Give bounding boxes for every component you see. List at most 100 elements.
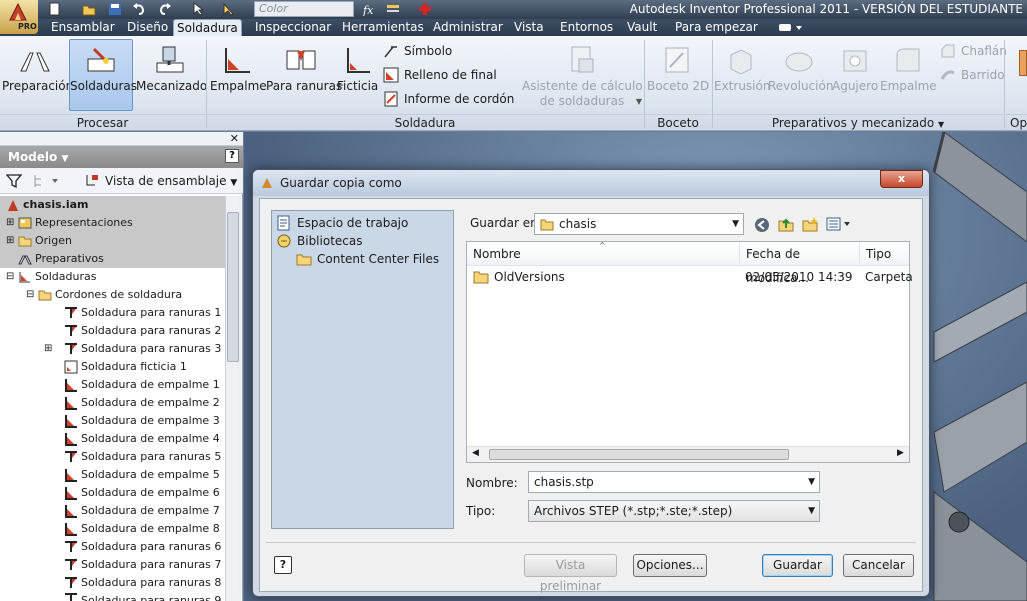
place-libraries[interactable]: Bibliotecas: [276, 233, 362, 249]
redo-icon[interactable]: [158, 2, 172, 16]
preparacion-button[interactable]: Preparación: [2, 40, 73, 110]
tree-item-weld[interactable]: Soldadura de empalme 4: [64, 430, 220, 448]
hscroll-thumb[interactable]: [489, 449, 789, 460]
line-style-icon[interactable]: [386, 2, 400, 16]
asistente-calculo-button[interactable]: Asistente de cálculo de soldaduras ▼: [522, 40, 643, 114]
tab-administrar[interactable]: Administrar: [430, 19, 506, 36]
tree-item-soldaduras[interactable]: ⊟ Soldaduras: [0, 268, 225, 286]
dialog-close-button[interactable]: x: [880, 170, 923, 188]
soldaduras-button[interactable]: Soldaduras: [69, 39, 137, 111]
browser-header[interactable]: Modelo ▼ ?: [0, 146, 243, 168]
revolucion-button[interactable]: Revolución: [768, 40, 833, 110]
boceto-2d-button[interactable]: Boceto 2D: [647, 40, 709, 110]
color-selector[interactable]: Color: [254, 1, 354, 17]
tree-item-weld[interactable]: Soldadura de empalme 8: [64, 520, 220, 538]
scroll-left-icon[interactable]: ◀: [472, 448, 479, 458]
column-name-header[interactable]: Nombre ^: [467, 241, 740, 266]
tab-ensamblar[interactable]: Ensamblar: [48, 19, 118, 36]
new-folder-icon[interactable]: [802, 216, 818, 232]
tab-inspeccionar[interactable]: Inspeccionar: [252, 19, 334, 36]
barrido-button[interactable]: Barrido: [940, 67, 1005, 83]
fx-parameters-icon[interactable]: fx: [362, 2, 376, 16]
assembly-view-label[interactable]: Vista de ensamblaje ▼: [84, 174, 237, 188]
scroll-right-icon[interactable]: ▶: [897, 448, 904, 458]
up-folder-icon[interactable]: [778, 216, 794, 232]
tab-herramientas[interactable]: Herramientas: [339, 19, 427, 36]
filetype-select[interactable]: Archivos STEP (*.stp;*.ste;*.step) ▼: [528, 500, 820, 522]
tree-item-weld[interactable]: Soldadura para ranuras 8: [64, 574, 221, 592]
tree-item-weld[interactable]: Soldadura para ranuras 5: [64, 448, 221, 466]
empalme-weld-button[interactable]: Empalme: [210, 40, 267, 110]
cancel-button[interactable]: Cancelar: [843, 554, 914, 577]
tree-item-representaciones[interactable]: ⊞ Representaciones: [0, 214, 225, 232]
tree-item-weld[interactable]: Soldadura de empalme 5: [64, 466, 220, 484]
place-content-center[interactable]: Content Center Files: [296, 251, 439, 267]
select-arrow-icon[interactable]: [192, 2, 206, 16]
tree-item-weld[interactable]: Soldadura de empalme 2: [64, 394, 220, 412]
dialog-titlebar[interactable]: Guardar copia como: [253, 170, 929, 196]
tree-item-weld[interactable]: Soldadura de empalme 1: [64, 376, 220, 394]
tab-diseno[interactable]: Diseño: [124, 19, 171, 36]
options-button[interactable]: Opciones...: [633, 554, 707, 577]
column-type-header[interactable]: Tipo: [860, 242, 909, 266]
group-dropdown-icon[interactable]: ▼: [938, 120, 944, 129]
extrusion-button[interactable]: Extrusión: [714, 40, 770, 110]
tree-item-weld[interactable]: Soldadura para ranuras 1: [64, 304, 221, 322]
tree-item-weld[interactable]: Soldadura para ranuras 9: [64, 592, 221, 601]
tab-para-empezar[interactable]: Para empezar: [672, 19, 761, 36]
hierarchy-icon[interactable]: [32, 173, 60, 189]
agujero-button[interactable]: Agujero: [832, 40, 878, 110]
ribbon-display-toggle-icon[interactable]: [778, 22, 804, 33]
cutoff-ribbon-icon[interactable]: [1019, 50, 1027, 76]
dialog-help-icon[interactable]: ?: [274, 556, 292, 574]
file-list[interactable]: Nombre ^ Fecha de modifica... Tipo OldVer…: [466, 241, 913, 463]
save-button[interactable]: Guardar: [762, 554, 833, 577]
tree-item-weld[interactable]: Soldadura de empalme 3: [64, 412, 220, 430]
simbolo-button[interactable]: Símbolo: [383, 43, 452, 59]
ficticia-button[interactable]: Ficticia: [337, 40, 378, 110]
relleno-final-button[interactable]: Relleno de final: [383, 67, 497, 83]
tree-item-preparativos[interactable]: Preparativos: [0, 250, 225, 268]
browser-title-dropdown-icon[interactable]: ▼: [61, 154, 68, 164]
mecanizado-button[interactable]: Mecanizado: [136, 40, 207, 110]
selection-filter-icon[interactable]: [222, 2, 236, 16]
file-list-hscrollbar[interactable]: ◀ ▶: [467, 446, 909, 462]
tree-item-weld[interactable]: Soldadura para ranuras 7: [64, 556, 221, 574]
tree-root-assembly[interactable]: chasis.iam: [0, 196, 225, 214]
new-file-icon[interactable]: [48, 2, 62, 16]
save-icon[interactable]: [108, 2, 122, 16]
open-folder-icon[interactable]: [82, 2, 96, 16]
back-icon[interactable]: [754, 217, 770, 233]
tab-vista[interactable]: Vista: [511, 19, 547, 36]
chaflan-button[interactable]: Chaflán: [940, 43, 1007, 59]
tab-vault[interactable]: Vault: [624, 19, 660, 36]
preview-button[interactable]: Vista preliminar: [524, 554, 617, 593]
tab-entornos[interactable]: Entornos: [557, 19, 616, 36]
filter-icon[interactable]: [6, 173, 22, 189]
browser-scroll-thumb[interactable]: [227, 212, 239, 362]
application-menu-button[interactable]: PRO: [0, 0, 38, 34]
tree-item-cordones[interactable]: ⊟ Cordones de soldadura: [0, 286, 225, 304]
browser-help-icon[interactable]: ?: [225, 149, 239, 163]
add-plus-icon[interactable]: [418, 2, 432, 16]
place-workspace[interactable]: Espacio de trabajo: [276, 215, 408, 231]
asistente-dropdown-icon[interactable]: ▼: [636, 94, 642, 109]
informe-cordon-button[interactable]: Informe de cordón: [383, 91, 514, 107]
browser-close-icon[interactable]: ✕: [230, 132, 239, 145]
tree-item-weld[interactable]: Soldadura de empalme 7: [64, 502, 220, 520]
tree-item-weld[interactable]: Soldadura para ranuras 2: [64, 322, 221, 340]
tree-item-weld[interactable]: Soldadura de empalme 6: [64, 484, 220, 502]
undo-icon[interactable]: [132, 2, 146, 16]
tab-soldadura[interactable]: Soldadura: [173, 19, 242, 36]
tree-item-weld[interactable]: Soldadura ficticia 1: [64, 358, 187, 376]
column-date-header[interactable]: Fecha de modifica...: [740, 242, 860, 285]
tree-item-weld[interactable]: Soldadura para ranuras 6: [64, 538, 221, 556]
para-ranuras-button[interactable]: Para ranuras: [266, 40, 342, 110]
filename-input[interactable]: chasis.stp ▼: [528, 471, 820, 493]
view-menu-icon[interactable]: [826, 216, 852, 232]
tree-item-origen[interactable]: ⊞ Origen: [0, 232, 225, 250]
file-row-name[interactable]: OldVersions: [473, 266, 733, 288]
empalme-feature-button[interactable]: Empalme: [880, 40, 937, 110]
save-in-select[interactable]: chasis ▼: [534, 213, 744, 235]
tree-item-weld[interactable]: ⊞ Soldadura para ranuras 3: [44, 340, 221, 358]
